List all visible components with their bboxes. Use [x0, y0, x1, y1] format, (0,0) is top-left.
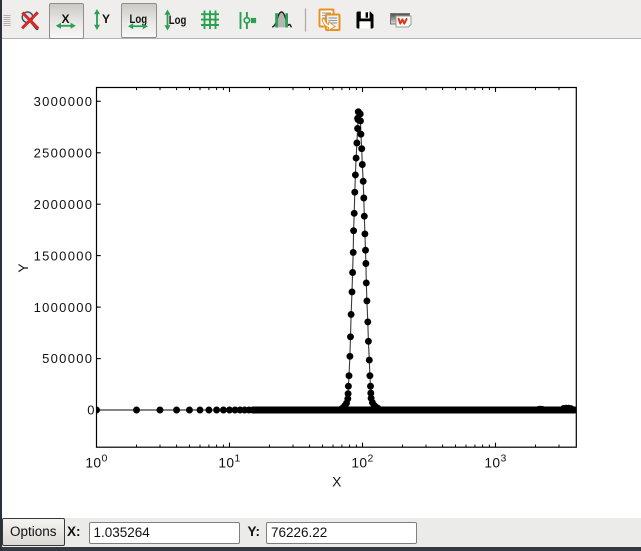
- svg-text:0: 0: [87, 403, 96, 418]
- svg-text:103: 103: [484, 453, 506, 471]
- svg-text:3000000: 3000000: [34, 94, 94, 109]
- svg-text:100: 100: [85, 453, 107, 471]
- svg-text:Log: Log: [169, 14, 187, 27]
- svg-text:500000: 500000: [42, 351, 93, 366]
- svg-text:1500000: 1500000: [34, 248, 94, 263]
- svg-text:Y: Y: [102, 12, 110, 26]
- svg-text:101: 101: [218, 453, 240, 471]
- svg-text:Y: Y: [16, 263, 31, 272]
- svg-text:102: 102: [351, 453, 373, 471]
- svg-text:2000000: 2000000: [34, 197, 94, 212]
- svg-text:X: X: [332, 474, 341, 489]
- svg-text:X: X: [61, 12, 69, 26]
- svg-text:2500000: 2500000: [34, 145, 94, 160]
- svg-text:1000000: 1000000: [34, 300, 94, 315]
